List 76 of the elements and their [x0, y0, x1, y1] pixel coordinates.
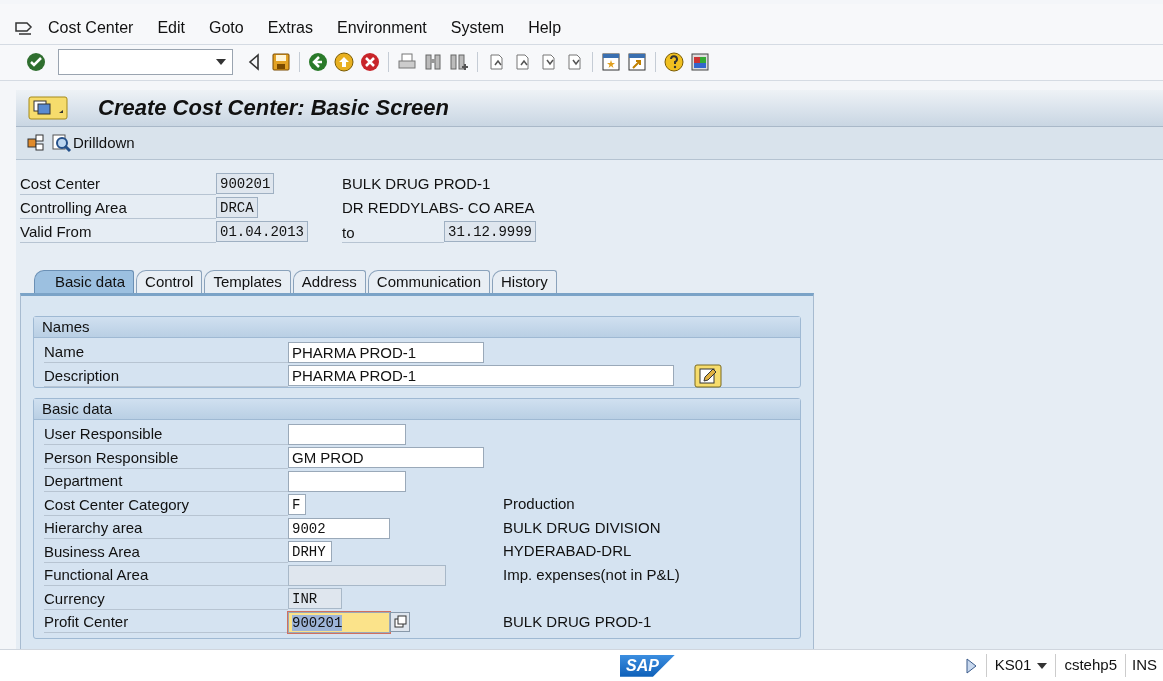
menu-item[interactable]: Help [528, 16, 562, 41]
field-description: BULK DRUG PROD-1 [503, 611, 652, 632]
menu-item[interactable]: Cost Center [48, 16, 134, 41]
input-field[interactable] [288, 470, 406, 492]
magnifier-icon [52, 133, 72, 154]
field-label: Person Responsible [44, 446, 288, 469]
screen-title: Create Cost Center: Basic Screen [98, 94, 449, 123]
edit-pencil-icon[interactable] [694, 363, 722, 388]
input-field[interactable]: INR [288, 588, 342, 610]
tab[interactable]: Address [292, 270, 366, 294]
input-field[interactable]: PHARMA PROD-1 [288, 341, 484, 363]
checkmark-icon[interactable] [26, 52, 46, 73]
caret-icon [1037, 662, 1048, 669]
field-label: Name [44, 341, 288, 364]
back-icon[interactable] [308, 52, 328, 73]
hierarchy-icon[interactable] [26, 133, 46, 154]
field-value: 01.04.2013 [216, 221, 308, 243]
value-help-icon[interactable] [390, 612, 410, 633]
menu-item[interactable]: Environment [337, 16, 427, 41]
field-label: Functional Area [44, 564, 288, 587]
field-label: Department [44, 470, 288, 493]
field-label: User Responsible [44, 423, 288, 446]
layout-icon[interactable] [690, 52, 710, 73]
field-label: Description [44, 364, 288, 387]
field-description: BULK DRUG DIVISION [503, 517, 661, 538]
field-label: Hierarchy area [44, 517, 288, 540]
field-description: HYDERABAD-DRL [503, 541, 632, 562]
menu-item[interactable]: Extras [267, 16, 313, 41]
input-field[interactable]: F [288, 494, 306, 516]
drilldown-button[interactable]: Drilldown [52, 131, 135, 155]
field-value: 900201 [216, 173, 275, 195]
tab[interactable]: Control [136, 270, 203, 294]
input-field[interactable] [288, 423, 406, 445]
input-mode: INS [1125, 654, 1157, 677]
sap-logo: SAP [620, 654, 675, 677]
field-value: 31.12.9999 [444, 221, 536, 243]
command-field[interactable] [58, 49, 233, 76]
input-field[interactable]: 9002 [288, 517, 390, 539]
cancel-icon[interactable] [360, 52, 380, 73]
tab[interactable]: Templates [204, 270, 291, 294]
input-field[interactable]: DRHY [288, 541, 332, 563]
input-field[interactable] [288, 564, 446, 586]
field-label: Currency [44, 587, 288, 610]
field-value: DRCA [216, 197, 258, 219]
new-window-icon[interactable] [601, 52, 621, 73]
server-name: cstehp5 [1055, 654, 1117, 677]
help-icon[interactable] [664, 52, 684, 73]
menu-button-icon[interactable] [28, 95, 68, 120]
save-icon[interactable] [271, 52, 291, 73]
tab[interactable]: Basic data [34, 270, 135, 294]
group-title: Basic data [34, 399, 800, 421]
dropdown-caret-icon [216, 59, 226, 66]
input-field[interactable]: GM PROD [288, 447, 484, 469]
tab[interactable]: History [492, 270, 557, 294]
binoculars-plus-icon[interactable] [449, 52, 469, 73]
menu-item[interactable]: Goto [208, 16, 244, 41]
field-label: Business Area [44, 540, 288, 563]
menu-item[interactable]: System [450, 16, 505, 41]
group-title: Names [34, 317, 800, 339]
field-label: Valid From [20, 220, 216, 243]
play-triangle-icon[interactable] [963, 656, 978, 675]
field-description: DR REDDYLABS- CO AREA [342, 197, 535, 218]
input-field[interactable]: PHARMA PROD-1 [288, 365, 674, 387]
menu-item[interactable]: Edit [157, 16, 185, 41]
tab[interactable]: Communication [367, 270, 491, 294]
field-description: BULK DRUG PROD-1 [342, 173, 491, 194]
field-label: Cost Center Category [44, 493, 288, 516]
field-description: Imp. expenses(not in P&L) [503, 564, 680, 585]
field-label: Controlling Area [20, 196, 216, 219]
shortcut-icon[interactable] [627, 52, 647, 73]
binoculars-icon[interactable] [423, 52, 443, 73]
field-label: Cost Center [20, 172, 216, 195]
field-description: Production [503, 494, 575, 515]
exit-icon[interactable] [334, 52, 354, 73]
transaction-dropdown[interactable]: KS01 [985, 654, 1048, 677]
input-field[interactable]: 900201 [288, 611, 390, 633]
